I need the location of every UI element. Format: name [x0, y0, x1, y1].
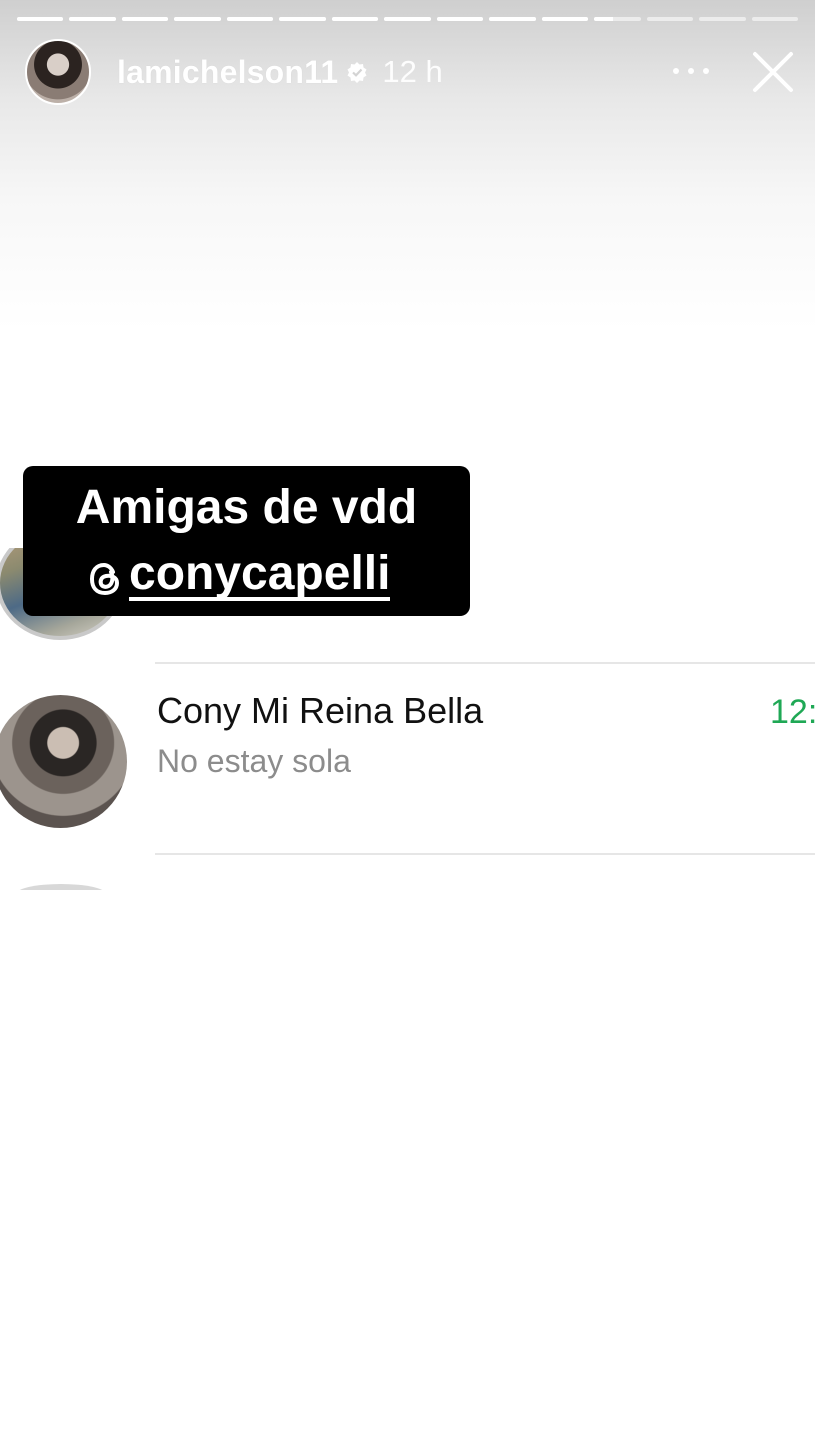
progress-segment [699, 17, 746, 21]
progress-segment [17, 17, 64, 21]
contact-name: Cony Mi Reina Bella [157, 690, 484, 731]
story-viewer[interactable]: lamichelson11 12 h Cony Mi Reina Bella N… [0, 0, 815, 1440]
progress-segment [646, 17, 694, 21]
story-timestamp: 12 h [382, 54, 443, 89]
progress-segment [279, 17, 326, 21]
next-contact-avatar [16, 884, 106, 890]
mention-sticker[interactable]: conycapelli [85, 548, 391, 604]
message-time: 12: [770, 693, 815, 731]
progress-segment [174, 17, 221, 21]
progress-segment [489, 17, 536, 21]
caption-text: Amigas de vdd [75, 481, 418, 534]
story-caption-sticker: Amigas de vdd conycapelli [23, 466, 470, 616]
last-message: No estay sola [157, 743, 351, 779]
progress-segment [384, 17, 431, 21]
progress-segment [541, 17, 589, 21]
story-progress-bar [17, 17, 799, 21]
progress-segment [751, 17, 799, 21]
threads-icon [85, 556, 125, 596]
progress-segment [331, 17, 379, 21]
verified-badge-icon [346, 61, 368, 83]
contact-avatar [0, 695, 127, 828]
mention-username[interactable]: conycapelli [129, 550, 391, 601]
progress-segment [436, 17, 484, 21]
more-horizontal-icon[interactable] [673, 56, 709, 86]
username[interactable]: lamichelson11 [117, 54, 338, 91]
divider [155, 662, 815, 664]
profile-avatar[interactable] [25, 39, 91, 105]
progress-segment [226, 17, 274, 21]
story-header: lamichelson11 12 h [25, 38, 800, 106]
close-icon[interactable] [751, 50, 795, 94]
progress-segment [594, 17, 641, 21]
progress-segment [69, 17, 116, 21]
divider [155, 853, 815, 855]
progress-segment [121, 17, 169, 21]
